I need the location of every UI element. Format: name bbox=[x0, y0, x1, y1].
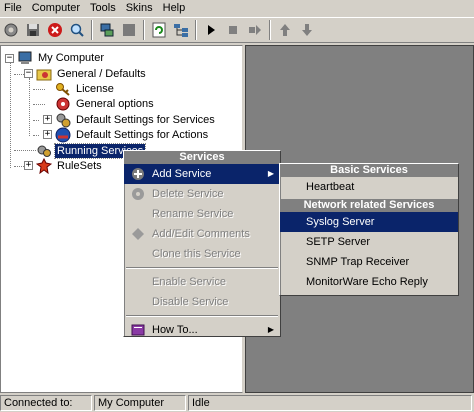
status-state: Idle bbox=[188, 395, 472, 411]
rulesets-icon bbox=[36, 158, 52, 174]
menu-computer[interactable]: Computer bbox=[28, 0, 86, 16]
add-service-icon bbox=[130, 166, 146, 182]
disable-service-menu-item[interactable]: Disable Service bbox=[124, 292, 280, 312]
tree-item-license[interactable]: License bbox=[55, 81, 116, 97]
stop-icon[interactable] bbox=[223, 20, 243, 40]
submenu-arrow-icon: ▶ bbox=[267, 169, 274, 178]
setp-server-menu-item[interactable]: SETP Server bbox=[280, 232, 458, 252]
comment-icon bbox=[130, 226, 146, 242]
tree-item-rulesets[interactable]: RuleSets bbox=[36, 158, 104, 174]
tree-item-general-options[interactable]: General options bbox=[55, 96, 156, 112]
add-service-submenu: Basic Services Heartbeat Network related… bbox=[279, 163, 459, 296]
services-context-menu: Services Add Service ▶ Delete Service Re… bbox=[123, 150, 281, 337]
menu-file[interactable]: File bbox=[0, 0, 28, 16]
save-icon[interactable] bbox=[23, 20, 43, 40]
submenu-arrow-icon: ▶ bbox=[267, 325, 274, 334]
stop-red-icon[interactable] bbox=[45, 20, 65, 40]
network-icon[interactable] bbox=[97, 20, 117, 40]
status-bar: Connected to: My Computer Idle bbox=[0, 394, 474, 412]
add-edit-comments-menu-item[interactable]: Add/Edit Comments bbox=[124, 224, 280, 244]
how-to-menu-item[interactable]: How To... ▶ bbox=[124, 320, 280, 340]
collapse-general-toggle[interactable]: − bbox=[24, 69, 33, 78]
delete-icon bbox=[130, 186, 146, 202]
refresh-icon[interactable] bbox=[149, 20, 169, 40]
syslog-server-menu-item[interactable]: Syslog Server bbox=[280, 212, 458, 232]
status-connected-label: Connected to: bbox=[0, 395, 92, 411]
snmp-trap-receiver-menu-item[interactable]: SNMP Trap Receiver bbox=[280, 252, 458, 272]
rename-service-menu-item[interactable]: Rename Service bbox=[124, 204, 280, 224]
menu-separator bbox=[126, 267, 278, 269]
delete-service-menu-item[interactable]: Delete Service bbox=[124, 184, 280, 204]
book-icon bbox=[130, 322, 146, 338]
tree-item-general-defaults[interactable]: General / Defaults bbox=[36, 66, 148, 82]
menu-help[interactable]: Help bbox=[159, 0, 192, 16]
collapse-root-toggle[interactable]: − bbox=[5, 54, 14, 63]
computer-icon bbox=[17, 50, 33, 66]
down-arrow-icon[interactable] bbox=[297, 20, 317, 40]
tree-item-default-actions[interactable]: Default Settings for Actions bbox=[55, 127, 210, 143]
square-icon[interactable] bbox=[119, 20, 139, 40]
actions-icon bbox=[55, 127, 71, 143]
tree-icon[interactable] bbox=[171, 20, 191, 40]
basic-services-header: Basic Services bbox=[280, 164, 458, 177]
expand-rulesets-toggle[interactable]: + bbox=[24, 161, 33, 170]
key-icon bbox=[55, 81, 71, 97]
enable-service-menu-item[interactable]: Enable Service bbox=[124, 272, 280, 292]
search-icon[interactable] bbox=[67, 20, 87, 40]
tree-item-my-computer[interactable]: My Computer bbox=[17, 50, 106, 66]
options-icon bbox=[55, 96, 71, 112]
forward-icon[interactable] bbox=[245, 20, 265, 40]
menu-tools[interactable]: Tools bbox=[86, 0, 122, 16]
menu-bar: File Computer Tools Skins Help bbox=[0, 0, 474, 16]
folder-settings-icon bbox=[36, 66, 52, 82]
network-services-header: Network related Services bbox=[280, 199, 458, 212]
settings-icon[interactable] bbox=[1, 20, 21, 40]
gears-icon bbox=[55, 112, 71, 128]
menu-header: Services bbox=[124, 151, 280, 164]
expand-default-services-toggle[interactable]: + bbox=[43, 115, 52, 124]
tree-item-default-services[interactable]: Default Settings for Services bbox=[55, 112, 217, 128]
expand-default-actions-toggle[interactable]: + bbox=[43, 130, 52, 139]
up-arrow-icon[interactable] bbox=[275, 20, 295, 40]
clone-service-menu-item[interactable]: Clone this Service bbox=[124, 244, 280, 264]
play-icon[interactable] bbox=[201, 20, 221, 40]
add-service-menu-item[interactable]: Add Service ▶ bbox=[124, 164, 280, 184]
toolbar bbox=[0, 17, 474, 43]
menu-skins[interactable]: Skins bbox=[122, 0, 159, 16]
heartbeat-menu-item[interactable]: Heartbeat bbox=[280, 177, 458, 197]
services-icon bbox=[36, 143, 52, 159]
status-computer: My Computer bbox=[94, 395, 186, 411]
echo-reply-menu-item[interactable]: MonitorWare Echo Reply bbox=[280, 272, 458, 292]
menu-separator bbox=[126, 315, 278, 317]
